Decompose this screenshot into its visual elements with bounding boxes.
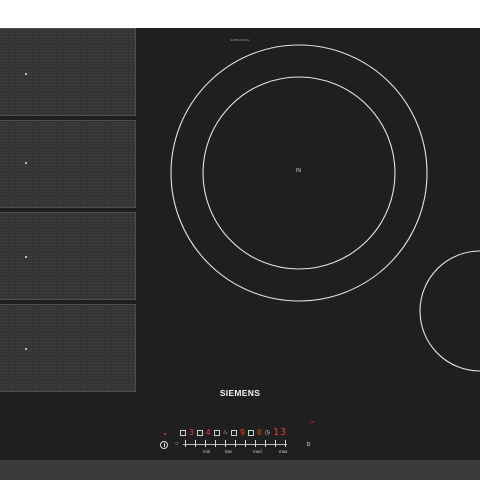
slider-tick xyxy=(185,440,186,447)
display-mid1: 4 xyxy=(205,428,211,437)
slider-tick xyxy=(245,440,246,447)
display-row: 3 4 ♨ 9 0 ◷ 13 xyxy=(180,428,287,438)
cooktop-surface: ED851FSC1E IN SIEMENS min 3 4 ♨ 9 0 ◷ 13… xyxy=(0,28,480,460)
cooktop-edge xyxy=(0,460,480,480)
slider-mark-min: min xyxy=(203,449,211,454)
slider-tick xyxy=(275,440,276,447)
zone-select-icon[interactable] xyxy=(231,430,238,436)
ring-label: IN xyxy=(296,168,301,174)
slider-mark-med: med xyxy=(253,449,262,454)
control-panel: min 3 4 ♨ 9 0 ◷ 13 ○ min low med max b xyxy=(155,420,335,456)
brand-logo: SIEMENS xyxy=(219,388,261,398)
timer-display: 13 xyxy=(272,427,287,438)
pan-icon[interactable]: ♨ xyxy=(223,429,228,437)
display-mid3: 0 xyxy=(256,428,262,437)
slider-tick xyxy=(205,440,206,447)
slider-tick xyxy=(235,440,236,447)
timer-icon[interactable]: ◷ xyxy=(265,429,270,437)
slider-tick xyxy=(285,440,286,447)
zone-select-icon[interactable] xyxy=(247,430,254,436)
small-ring[interactable] xyxy=(419,250,480,372)
zone-select-icon[interactable] xyxy=(180,430,186,436)
power-indicator-led xyxy=(164,433,166,435)
slider-tick xyxy=(255,440,256,447)
display-left: 3 xyxy=(189,428,194,437)
slider-marks: min low med max xyxy=(175,449,295,455)
zone-select-icon[interactable] xyxy=(213,430,220,436)
power-slider[interactable]: ○ min low med max xyxy=(175,440,295,454)
slider-mark-low: low xyxy=(225,449,232,454)
slider-tick xyxy=(195,440,196,447)
slider-plus-icon[interactable]: b xyxy=(307,442,310,448)
slider-minus-icon[interactable]: ○ xyxy=(175,441,179,447)
slider-mark-max: max xyxy=(279,449,288,454)
slider-tick xyxy=(265,440,266,447)
slider-tick xyxy=(215,440,216,447)
zone-select-icon[interactable] xyxy=(196,430,203,436)
power-icon[interactable] xyxy=(160,441,168,449)
display-mid2: 9 xyxy=(240,428,245,437)
slider-tick xyxy=(225,440,226,447)
tiny-label: min xyxy=(310,420,315,424)
